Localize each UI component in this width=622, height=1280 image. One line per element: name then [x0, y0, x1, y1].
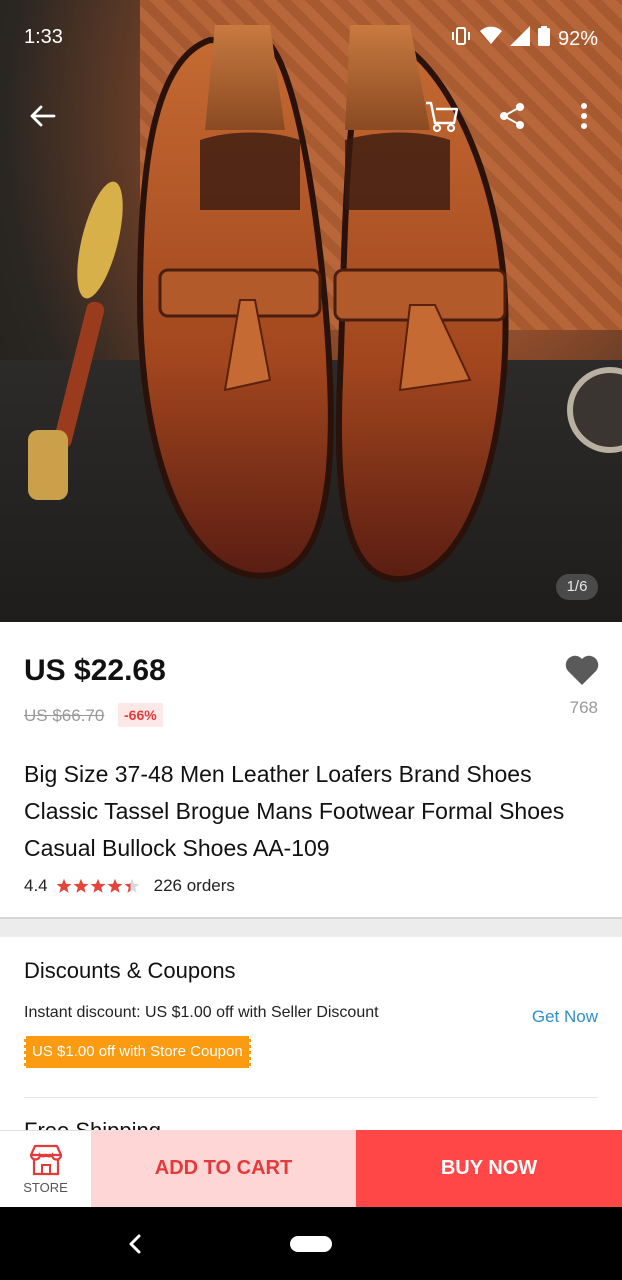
star-icon [107, 878, 123, 893]
back-button[interactable] [20, 94, 64, 138]
store-button[interactable]: STORE [0, 1130, 91, 1207]
nav-back-icon[interactable] [122, 1229, 148, 1259]
star-icon [90, 878, 106, 893]
instant-discount-text: Instant discount: US $1.00 off with Sell… [24, 1004, 379, 1021]
heart-icon [565, 655, 599, 685]
signal-icon [509, 26, 530, 52]
bottom-action-bar: STORE ADD TO CART BUY NOW [0, 1130, 622, 1207]
rating-stars [56, 878, 140, 894]
share-icon [500, 103, 524, 129]
product-title: Big Size 37-48 Men Leather Loafers Brand… [24, 761, 565, 861]
vibrate-icon [450, 26, 472, 52]
wishlist-count: 768 [569, 698, 598, 717]
get-now-link[interactable]: Get Now [532, 1007, 598, 1027]
rating-row[interactable]: 4.4 226 orders [24, 876, 235, 896]
star-icon [73, 878, 89, 893]
rating-value: 4.4 [24, 876, 48, 895]
discounts-title: Discounts & Coupons [24, 958, 236, 983]
store-coupon-badge[interactable]: US $1.00 off with Store Coupon [22, 1036, 253, 1068]
star-icon [124, 878, 140, 893]
section-gap [0, 919, 622, 937]
cart-icon [426, 101, 459, 133]
more-options-button[interactable] [562, 94, 606, 138]
battery-icon [537, 26, 550, 52]
store-label: STORE [23, 1179, 68, 1195]
orders-count: 226 orders [153, 876, 235, 895]
wishlist-button[interactable] [564, 654, 600, 688]
discount-separator [24, 1097, 598, 1098]
status-time: 1:33 [24, 26, 63, 48]
star-icon [56, 878, 72, 893]
status-bar: 1:33 92% [0, 0, 622, 74]
original-price: US $66.70 [24, 706, 105, 725]
cart-button[interactable] [420, 94, 464, 138]
share-button[interactable] [490, 94, 534, 138]
more-vert-icon [581, 103, 587, 129]
current-price: US $22.68 [24, 654, 166, 687]
back-arrow-icon [30, 105, 56, 127]
image-counter: 1/6 [556, 574, 598, 600]
store-icon [29, 1144, 62, 1175]
discount-badge: -66% [118, 703, 163, 727]
add-to-cart-button[interactable]: ADD TO CART [91, 1130, 356, 1207]
buy-now-button[interactable]: BUY NOW [356, 1130, 622, 1207]
battery-percent: 92% [557, 27, 598, 50]
nav-home-pill[interactable] [290, 1236, 332, 1252]
wifi-icon [479, 26, 502, 52]
